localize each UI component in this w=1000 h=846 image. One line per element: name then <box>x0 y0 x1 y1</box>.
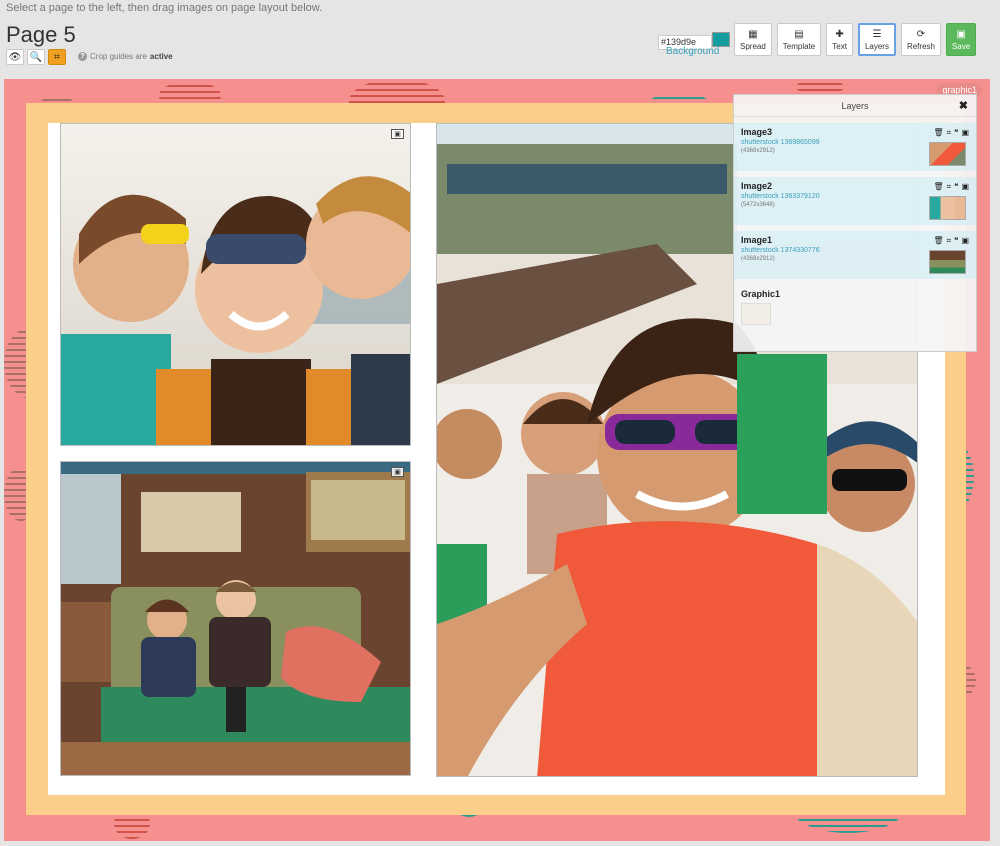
list-icon: ☰ <box>872 28 882 40</box>
image-icon[interactable]: ▣ <box>391 467 404 477</box>
template-icon: ▤ <box>794 28 804 40</box>
kids-on-swing-photo[interactable]: ▣ <box>60 461 411 776</box>
family-kiss-photo[interactable]: ▣ <box>60 123 411 446</box>
template-button[interactable]: ▤ Template <box>776 23 822 56</box>
page-title: Page 5 <box>6 22 76 47</box>
instruction-text: Select a page to the left, then drag ima… <box>6 2 323 14</box>
quote-icon[interactable]: ❝ <box>954 128 958 138</box>
trash-icon[interactable]: 🗑 <box>933 236 943 246</box>
background-picker: Background <box>658 32 730 57</box>
close-icon[interactable]: ✖ <box>959 99 968 112</box>
toolbar: ▦ Spread ▤ Template ✚ Text ☰ Layers ⟳ Re… <box>734 23 977 56</box>
image-icon[interactable]: ▣ <box>391 129 404 139</box>
crop-note-prefix: Crop guides are <box>90 52 147 61</box>
question-icon: ? <box>78 52 87 61</box>
image-icon[interactable]: ▣ <box>961 182 969 192</box>
layer-item[interactable]: Image1 shutterstock 1374330776 (4368x291… <box>734 231 976 279</box>
layer-actions: 🗑 ⌗ ❝ ▣ <box>933 128 969 138</box>
layer-actions: 🗑 ⌗ ❝ ▣ <box>933 182 969 192</box>
view-tools: 👁 🔍 ⌗ <box>6 49 66 65</box>
layer-item[interactable]: Image3 shutterstock 1369865099 (4368x291… <box>734 123 976 171</box>
refresh-icon: ⟳ <box>916 28 926 40</box>
refresh-button[interactable]: ⟳ Refresh <box>900 23 941 56</box>
layers-button[interactable]: ☰ Layers <box>857 23 896 56</box>
crop-icon[interactable]: ⌗ <box>947 236 952 246</box>
kids-swing-image <box>61 462 410 775</box>
quote-icon[interactable]: ❝ <box>954 236 958 246</box>
eye-icon[interactable]: 👁 <box>6 49 24 65</box>
background-swatch[interactable] <box>712 32 730 47</box>
text-button[interactable]: ✚ Text <box>826 23 853 56</box>
family-kiss-image <box>61 124 410 445</box>
zoom-icon[interactable]: 🔍 <box>27 49 45 65</box>
layer-thumbnail <box>929 142 966 166</box>
layers-panel: Layers ✖ Image3 shutterstock 1369865099 … <box>733 94 977 352</box>
layer-item[interactable]: Image2 shutterstock 1363379120 (5472x364… <box>734 177 976 225</box>
crop-icon[interactable]: ⌗ <box>947 182 952 192</box>
layers-panel-header: Layers ✖ <box>734 95 976 117</box>
quote-icon[interactable]: ❝ <box>954 182 958 192</box>
layers-label: Layers <box>864 41 889 51</box>
layers-panel-title: Layers <box>841 100 869 111</box>
spread-button[interactable]: ▦ Spread <box>734 23 772 56</box>
floppy-icon: ▣ <box>956 28 966 40</box>
crop-guides-note: ? Crop guides are active <box>78 52 173 61</box>
trash-icon[interactable]: 🗑 <box>933 182 943 192</box>
crop-icon[interactable]: ⌗ <box>48 49 66 65</box>
save-label: Save <box>951 41 971 51</box>
spread-label: Spread <box>740 41 766 51</box>
text-label: Text <box>832 41 847 51</box>
plus-icon: ✚ <box>835 28 844 40</box>
layer-item-graphic[interactable]: Graphic1 <box>734 285 976 327</box>
spread-icon: ▦ <box>748 28 758 40</box>
layer-name: Graphic1 <box>741 289 781 299</box>
save-button[interactable]: ▣ Save <box>945 23 977 56</box>
crop-icon[interactable]: ⌗ <box>947 128 952 138</box>
image-icon[interactable]: ▣ <box>961 128 969 138</box>
background-label: Background <box>666 46 720 57</box>
refresh-label: Refresh <box>906 41 935 51</box>
layer-actions: 🗑 ⌗ ❝ ▣ <box>933 236 969 246</box>
layer-thumbnail <box>929 196 966 220</box>
graphic-thumbnail <box>741 303 771 325</box>
image-icon[interactable]: ▣ <box>961 236 969 246</box>
layer-thumbnail <box>929 250 966 274</box>
template-label: Template <box>782 41 816 51</box>
crop-note-state: active <box>149 52 173 61</box>
stripe-circle-graphic <box>796 79 844 95</box>
trash-icon[interactable]: 🗑 <box>933 128 943 138</box>
